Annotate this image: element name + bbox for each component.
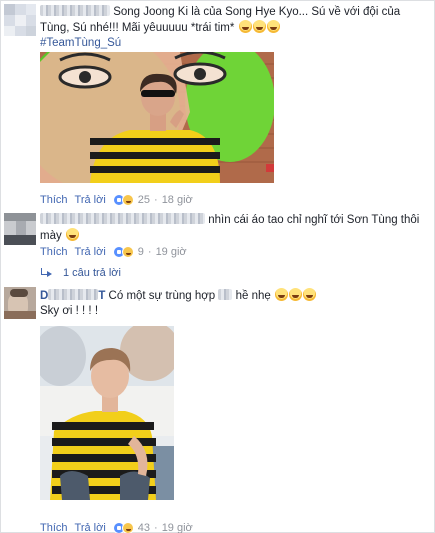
separator: · xyxy=(154,194,158,206)
commenter-name[interactable]: DT xyxy=(40,289,106,302)
like-button[interactable]: Thích xyxy=(40,522,68,533)
text-redaction xyxy=(218,289,233,300)
avatar[interactable] xyxy=(4,4,36,36)
commenter-name-suffix: T xyxy=(98,290,106,302)
comment-3: DT Có một sự trùng hợp hề nhẹ Sky ơi ! !… xyxy=(1,286,435,533)
comment-3-text-tail: hề nhẹ xyxy=(235,290,271,302)
laugh-emoji-icon xyxy=(252,20,266,33)
wink-emoji-icon xyxy=(65,228,79,241)
reply-arrow-icon xyxy=(40,268,54,278)
photo-striped-shirt xyxy=(40,326,174,500)
haha-reaction-icon xyxy=(121,246,134,258)
reaction-summary[interactable] xyxy=(112,522,134,533)
avatar[interactable] xyxy=(4,213,36,245)
reaction-summary[interactable] xyxy=(112,246,134,258)
timestamp[interactable]: 19 giờ xyxy=(162,522,193,533)
reply-button[interactable]: Trả lời xyxy=(75,246,106,258)
haha-reaction-icon xyxy=(121,522,134,533)
separator: · xyxy=(154,522,158,533)
laugh-emoji-icon xyxy=(275,288,288,301)
reaction-count[interactable]: 25 xyxy=(138,194,150,206)
reaction-count[interactable]: 43 xyxy=(138,522,150,533)
hashtag-link[interactable]: #TeamTùng_Sú xyxy=(40,37,121,49)
laugh-emoji-icon xyxy=(289,288,302,301)
timestamp[interactable]: 18 giờ xyxy=(162,194,193,206)
comment-3-text: Có một sự trùng hợp xyxy=(108,290,216,302)
comment-3-photo[interactable] xyxy=(40,326,174,500)
comment-1: Song Joong Ki là của Song Hye Kyo... Sú … xyxy=(1,1,435,211)
photo-graffiti-wall xyxy=(40,52,274,183)
comment-2-actions: Thích Trả lời 9 · 19 giờ xyxy=(40,246,187,258)
comment-1-body: Song Joong Ki là của Song Hye Kyo... Sú … xyxy=(40,5,430,51)
reply-button[interactable]: Trả lời xyxy=(75,522,106,533)
view-replies-link[interactable]: 1 câu trả lời xyxy=(40,267,121,279)
reaction-summary[interactable] xyxy=(112,194,134,206)
comment-1-photo[interactable] xyxy=(40,52,274,183)
like-button[interactable]: Thích xyxy=(40,246,68,258)
commenter-name-prefix: D xyxy=(40,290,49,302)
reaction-count[interactable]: 9 xyxy=(138,246,144,258)
comment-2-body: nhìn cái áo tao chỉ nghĩ tới Sơn Tùng th… xyxy=(40,213,432,244)
commenter-name-redacted[interactable] xyxy=(40,5,110,16)
comment-2: nhìn cái áo tao chỉ nghĩ tới Sơn Tùng th… xyxy=(1,211,435,286)
commenter-name-redacted[interactable] xyxy=(40,213,205,224)
comment-3-actions: Thích Trả lời 43 · 19 giờ xyxy=(40,522,193,533)
name-redaction xyxy=(48,289,99,300)
laugh-emoji-icon xyxy=(266,20,280,33)
comment-thread: Song Joong Ki là của Song Hye Kyo... Sú … xyxy=(0,0,435,533)
comment-1-actions: Thích Trả lời 25 · 18 giờ xyxy=(40,194,193,206)
laugh-emoji-icon xyxy=(238,20,252,33)
comment-3-line2: Sky ơi ! ! ! ! xyxy=(40,305,99,317)
haha-reaction-icon xyxy=(121,194,134,206)
replies-count-label[interactable]: 1 câu trả lời xyxy=(63,267,121,279)
separator: · xyxy=(147,246,152,258)
comment-3-body: DT Có một sự trùng hợp hề nhẹ Sky ơi ! !… xyxy=(40,288,432,319)
reply-button[interactable]: Trả lời xyxy=(75,194,106,206)
laugh-emoji-icon xyxy=(303,288,316,301)
timestamp[interactable]: 19 giờ xyxy=(156,246,187,258)
like-button[interactable]: Thích xyxy=(40,194,68,206)
avatar[interactable] xyxy=(4,287,36,319)
